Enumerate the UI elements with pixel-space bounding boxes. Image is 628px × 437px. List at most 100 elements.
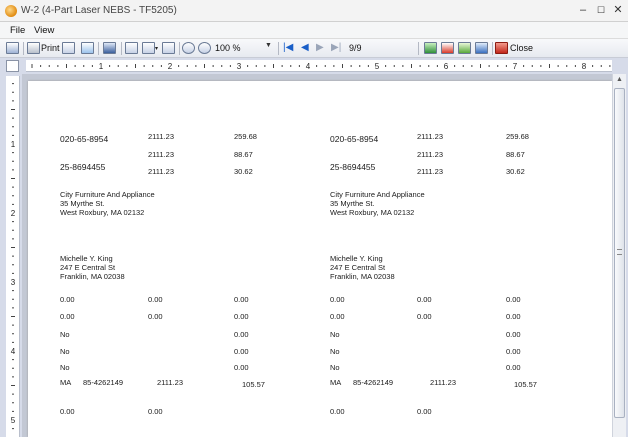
- close-icon[interactable]: [495, 42, 508, 54]
- form-value: 0.00: [506, 347, 521, 356]
- export-icon[interactable]: [424, 42, 437, 54]
- last-page-icon[interactable]: ▶|: [331, 42, 341, 53]
- form-value: 0.00: [506, 363, 521, 372]
- employee-city: Franklin, MA 02038: [60, 272, 125, 281]
- ruler-number: 2: [168, 62, 173, 71]
- vertical-scrollbar[interactable]: ▲: [612, 74, 626, 437]
- federal-tax-amount: 259.68: [506, 132, 529, 141]
- multi-page-icon[interactable]: [142, 42, 155, 54]
- toolbar: Print ▾ 100 % ▼ |◀ ◀ ▶ ▶| 9/9 Close: [0, 39, 628, 58]
- form-value: No: [330, 347, 340, 356]
- employer-city: West Roxbury, MA 02132: [60, 208, 145, 217]
- menu-file[interactable]: File: [10, 25, 25, 36]
- medicare-wages-amount: 2111.23: [148, 167, 174, 176]
- minimize-button[interactable]: –: [575, 3, 591, 17]
- find-icon[interactable]: [103, 42, 116, 54]
- menu-bar: File View: [0, 22, 628, 39]
- toolbar-separator: [492, 42, 493, 55]
- ruler-number: 2: [11, 209, 16, 218]
- form-value: 0.00: [60, 312, 75, 321]
- form-value: 0.00: [148, 295, 163, 304]
- zoom-dropdown-icon[interactable]: ▼: [265, 42, 272, 49]
- employee-ssn: 25-8694455: [330, 162, 376, 172]
- toolbar-separator: [98, 42, 99, 55]
- form-value: 0.00: [417, 295, 432, 304]
- form-value: 0.00: [417, 407, 432, 416]
- state-tax: 105.57: [514, 380, 537, 389]
- ruler-number: 5: [11, 416, 16, 425]
- wages-amount: 2111.23: [417, 132, 443, 141]
- print-button[interactable]: Print: [41, 43, 60, 53]
- form-value: No: [60, 363, 70, 372]
- page-indicator: 9/9: [349, 43, 362, 53]
- document-map-icon[interactable]: [6, 42, 19, 54]
- toolbar-separator: [23, 42, 24, 55]
- ruler-number: 3: [237, 62, 242, 71]
- form-value: 0.00: [330, 312, 345, 321]
- employee-street: 247 E Central St: [60, 263, 116, 272]
- vertical-ruler: 1 2 3 4 5: [6, 74, 20, 437]
- close-button[interactable]: Close: [510, 43, 533, 53]
- close-window-button[interactable]: ✕: [610, 3, 626, 17]
- form-value: 0.00: [506, 295, 521, 304]
- form-value: 0.00: [148, 407, 163, 416]
- state-wages: 2111.23: [430, 378, 456, 387]
- toolbar-separator: [418, 42, 419, 55]
- employer-name: City Furniture And Appliance: [330, 190, 425, 199]
- zoom-out-icon[interactable]: [182, 42, 195, 54]
- ss-wages-amount: 2111.23: [417, 150, 443, 159]
- maximize-button[interactable]: ☐: [593, 3, 609, 17]
- export-pdf-icon[interactable]: [441, 42, 454, 54]
- form-value: 0.00: [234, 330, 249, 339]
- form-value: 0.00: [234, 347, 249, 356]
- copy-icon[interactable]: [81, 42, 94, 54]
- ruler-corner: [6, 60, 19, 72]
- multi-page-dropdown-icon[interactable]: ▾: [155, 45, 158, 58]
- continuous-page-icon[interactable]: [162, 42, 175, 54]
- quick-print-icon[interactable]: [62, 42, 75, 54]
- vertical-ruler-ticks: 1 2 3 4 5: [11, 74, 16, 430]
- scroll-up-icon[interactable]: ▲: [613, 74, 626, 86]
- employee-street: 247 E Central St: [330, 263, 386, 272]
- single-page-icon[interactable]: [125, 42, 138, 54]
- horizontal-ruler: 1 2 3 4 5 6 7 8: [26, 60, 612, 72]
- state-tax: 105.57: [242, 380, 265, 389]
- window-title-bar: W-2 (4-Part Laser NEBS - TF5205) – ☐ ✕: [0, 0, 628, 22]
- medicare-tax-amount: 30.62: [234, 167, 253, 176]
- form-value: No: [60, 347, 70, 356]
- export-excel-icon[interactable]: [458, 42, 471, 54]
- ss-wages-amount: 2111.23: [148, 150, 174, 159]
- next-page-icon[interactable]: ▶: [316, 42, 324, 53]
- zoom-in-icon[interactable]: [198, 42, 211, 54]
- scroll-grip-icon: [617, 249, 622, 255]
- app-logo-icon: [5, 5, 17, 17]
- form-value: 0.00: [60, 407, 75, 416]
- print-icon[interactable]: [27, 42, 40, 54]
- form-value: 0.00: [60, 295, 75, 304]
- employer-id: 020-65-8954: [330, 134, 379, 144]
- export-word-icon[interactable]: [475, 42, 488, 54]
- wages-amount: 2111.23: [148, 132, 174, 141]
- ruler-number: 3: [11, 278, 16, 287]
- ruler-number: 1: [99, 62, 104, 71]
- form-value: No: [60, 330, 70, 339]
- ruler-number: 8: [582, 62, 587, 71]
- employer-id: 020-65-8954: [60, 134, 109, 144]
- menu-view[interactable]: View: [34, 25, 54, 36]
- employer-name: City Furniture And Appliance: [60, 190, 155, 199]
- state-code: MA: [330, 378, 342, 387]
- form-value: No: [330, 330, 340, 339]
- toolbar-separator: [121, 42, 122, 55]
- form-value: 0.00: [417, 312, 432, 321]
- ruler-number: 4: [11, 347, 16, 356]
- first-page-icon[interactable]: |◀: [283, 42, 293, 53]
- previous-page-icon[interactable]: ◀: [301, 42, 309, 53]
- employer-street: 35 Myrthe St.: [60, 199, 105, 208]
- form-value: 0.00: [234, 295, 249, 304]
- ss-tax-amount: 88.67: [234, 150, 253, 159]
- form-value: 0.00: [234, 363, 249, 372]
- scrollbar-thumb[interactable]: [614, 88, 625, 418]
- form-value: 0.00: [506, 330, 521, 339]
- employee-ssn: 25-8694455: [60, 162, 106, 172]
- window-title: W-2 (4-Part Laser NEBS - TF5205): [21, 5, 177, 16]
